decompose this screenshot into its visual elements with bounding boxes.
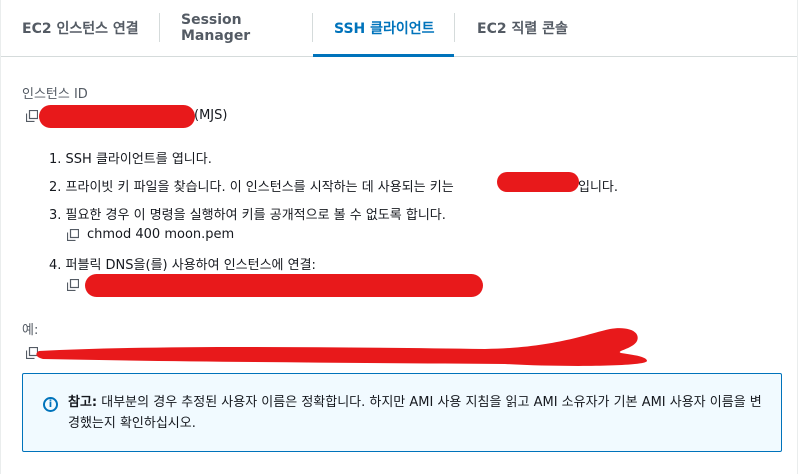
info-text: 참고: 대부분의 경우 추정된 사용자 이름은 정확합니다. 하지만 AMI 사… — [68, 392, 768, 434]
tab-ec2-instance-connect[interactable]: EC2 인스턴스 연결 — [1, 0, 159, 56]
tab-session-manager[interactable]: Session Manager — [160, 0, 312, 56]
redacted-public-dns — [85, 274, 483, 297]
tab-label: SSH 클라이언트 — [334, 21, 435, 37]
tab-label: Session Manager — [181, 12, 251, 44]
note-label: 참고: — [68, 395, 98, 410]
ssh-client-panel: EC2 인스턴스 연결 Session Manager SSH 클라이언트 EC… — [0, 0, 798, 474]
instance-id-label: 인스턴스 ID — [22, 87, 88, 102]
copy-icon[interactable] — [67, 229, 79, 241]
info-icon: i — [43, 397, 58, 412]
redacted-instance-id — [39, 105, 195, 128]
tab-label: EC2 인스턴스 연결 — [22, 21, 139, 37]
tab-ssh-client[interactable]: SSH 클라이언트 — [313, 0, 454, 57]
connect-tabs: EC2 인스턴스 연결 Session Manager SSH 클라이언트 EC… — [1, 0, 797, 57]
step-3: 3. 필요한 경우 이 명령을 실행하여 키를 공개적으로 볼 수 없도록 합니… — [49, 208, 446, 223]
redacted-example-command — [36, 328, 648, 366]
redacted-key-name — [497, 172, 579, 192]
note-message: 대부분의 경우 추정된 사용자 이름은 정확합니다. 하지만 AMI 사용 지침… — [68, 395, 762, 431]
tab-label: EC2 직렬 콘솔 — [477, 21, 568, 37]
copy-icon[interactable] — [26, 110, 38, 122]
copy-icon[interactable] — [67, 279, 79, 291]
step-4: 4. 퍼블릭 DNS을(를) 사용하여 인스턴스에 연결: — [49, 258, 316, 273]
instance-name-suffix: (MJS) — [194, 108, 228, 123]
info-alert: i 참고: 대부분의 경우 추정된 사용자 이름은 정확합니다. 하지만 AMI… — [22, 373, 782, 452]
step-2: 2. 프라이빗 키 파일을 찾습니다. 이 인스턴스를 시작하는 데 사용되는 … — [49, 180, 454, 195]
step-1: 1. SSH 클라이언트를 엽니다. — [49, 152, 212, 167]
chmod-command: chmod 400 moon.pem — [87, 227, 235, 242]
step-2-suffix: 입니다. — [578, 180, 619, 195]
tab-ec2-serial-console[interactable]: EC2 직렬 콘솔 — [455, 0, 615, 56]
